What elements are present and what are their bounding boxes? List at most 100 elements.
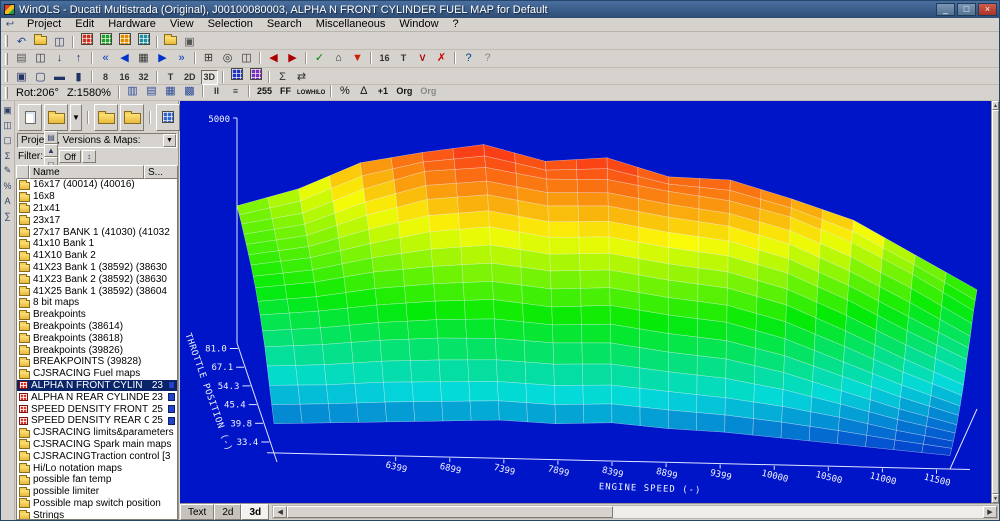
vertical-scroll-thumb[interactable] xyxy=(992,110,999,494)
tree-mode-combo[interactable]: Projects, Versions & Maps: ▼ xyxy=(17,133,177,148)
shade-view-icon[interactable]: ▩ xyxy=(181,84,198,99)
context-help-icon[interactable]: ? xyxy=(479,51,496,66)
close-button[interactable]: × xyxy=(978,3,997,16)
plus-one-icon[interactable]: +1 xyxy=(374,84,391,99)
bits-32-icon[interactable]: 32 xyxy=(135,70,152,85)
scroll-up-icon[interactable]: ▲ xyxy=(992,101,999,110)
tree-column-name-header[interactable]: Name xyxy=(29,165,144,179)
select-column-icon[interactable]: ▮ xyxy=(70,70,87,85)
select-table-icon[interactable]: ▣ xyxy=(13,70,30,85)
scroll-right-icon[interactable]: ▶ xyxy=(983,506,997,518)
narrow-columns-icon[interactable]: II xyxy=(208,84,225,99)
window-cascade-icon[interactable]: ▣ xyxy=(181,35,198,50)
tree-column-size-header[interactable]: S... xyxy=(144,165,178,179)
swap-axes-icon[interactable]: ⇄ xyxy=(293,70,310,85)
map-3d-view[interactable]: 500081.067.154.345.439.833.4639968997399… xyxy=(180,101,999,503)
menu-hardware[interactable]: Hardware xyxy=(101,18,163,31)
open-recent-icon[interactable]: ▼ xyxy=(70,104,82,131)
save-icon[interactable]: ◫ xyxy=(32,51,49,66)
tree-item[interactable]: Breakpoints (38614) xyxy=(17,321,177,333)
prev-diff-icon[interactable]: ◀ xyxy=(265,51,282,66)
tree-item[interactable]: SPEED DENSITY REAR CYL25 xyxy=(17,415,177,427)
tree-item[interactable]: Breakpoints xyxy=(17,309,177,321)
original-compare-icon[interactable]: Org xyxy=(417,84,439,99)
tab-text[interactable]: Text xyxy=(180,504,214,520)
tree-item[interactable]: 27x17 BANK 1 (41030) (41032 xyxy=(17,226,177,238)
map-green-icon[interactable] xyxy=(97,31,114,46)
tree-item[interactable]: ALPHA N REAR CYLINDER23 xyxy=(17,391,177,403)
filter-shape-icon[interactable]: ▲ xyxy=(44,144,58,157)
view-3d-icon[interactable]: 3D xyxy=(201,70,219,85)
save-all-icon[interactable]: ◫ xyxy=(51,35,68,50)
combo-dropdown-icon[interactable]: ▼ xyxy=(163,134,176,147)
map-teal-icon[interactable] xyxy=(135,31,152,46)
folder-maps-icon[interactable] xyxy=(162,31,179,46)
select-range-icon[interactable]: ▢ xyxy=(32,70,49,85)
view-2d-icon[interactable]: 2D xyxy=(181,70,199,85)
low-hilo-icon[interactable]: LOWHILO xyxy=(296,86,326,101)
maximize-view-icon[interactable]: ▢ xyxy=(2,134,14,147)
tab-3d[interactable]: 3d xyxy=(241,504,269,520)
open-project-icon[interactable] xyxy=(44,104,68,131)
horizontal-scrollbar[interactable]: ◀ ▶ xyxy=(272,505,998,519)
map-orange-icon[interactable] xyxy=(116,31,133,46)
filter-text-icon[interactable]: ▤ xyxy=(44,131,58,144)
next-map-icon[interactable]: ▶ xyxy=(154,51,171,66)
sum-icon[interactable]: ∑ xyxy=(2,209,14,222)
tree-item[interactable]: 41X23 Bank 1 (38592) (38630 xyxy=(17,262,177,274)
filter-off-button[interactable]: Off xyxy=(59,150,81,163)
next-diff-icon[interactable]: ▶ xyxy=(284,51,301,66)
map-purple-icon[interactable] xyxy=(247,67,264,82)
toolbar-grip[interactable] xyxy=(5,53,8,65)
title-bar[interactable]: WinOLS - Ducati Multistrada (Original), … xyxy=(1,1,999,18)
open-folder-icon[interactable] xyxy=(32,31,49,46)
import-icon[interactable]: ↓ xyxy=(51,51,68,66)
tree-item[interactable]: Breakpoints (38618) xyxy=(17,332,177,344)
menu-window[interactable]: Window xyxy=(392,18,445,31)
menu-help[interactable]: ? xyxy=(446,18,466,31)
minimize-button[interactable]: _ xyxy=(936,3,955,16)
map-blue-icon[interactable] xyxy=(228,67,245,82)
apply-check-icon[interactable]: ✓ xyxy=(311,51,328,66)
map-sheet-icon[interactable]: ▦ xyxy=(135,51,152,66)
tree-item[interactable]: 41X23 Bank 2 (38592) (38630 xyxy=(17,273,177,285)
last-map-icon[interactable]: » xyxy=(173,51,190,66)
tree-item[interactable]: 41X10 Bank 2 xyxy=(17,250,177,262)
original-icon[interactable]: Org xyxy=(393,84,415,99)
split-window-icon[interactable]: ◫ xyxy=(238,51,255,66)
filter-funnel-icon[interactable]: ▼ xyxy=(349,51,366,66)
tree-item[interactable]: Possible map switch position xyxy=(17,498,177,510)
tree-item[interactable]: CJSRACINGTraction control [3 xyxy=(17,450,177,462)
tree-item[interactable]: 16x8 xyxy=(17,191,177,203)
toolbar-grip[interactable] xyxy=(5,87,8,99)
bits-16-icon[interactable]: 16 xyxy=(116,70,133,85)
tree-item[interactable]: 23x17 xyxy=(17,214,177,226)
maximize-button[interactable]: □ xyxy=(957,3,976,16)
zoom-icon[interactable]: ◎ xyxy=(219,51,236,66)
surface-mesh[interactable] xyxy=(237,145,977,456)
print-icon[interactable]: ▤ xyxy=(13,51,30,66)
filter-sort-button[interactable]: ↕ xyxy=(82,150,96,163)
select-row-icon[interactable]: ▬ xyxy=(51,70,68,85)
menu-search[interactable]: Search xyxy=(260,18,309,31)
menu-selection[interactable]: Selection xyxy=(201,18,260,31)
menu-project[interactable]: Project xyxy=(20,18,68,31)
text-a-icon[interactable]: A xyxy=(2,194,14,207)
tree-item[interactable]: ALPHA N FRONT CYLIN23 xyxy=(17,380,177,392)
maps-list-icon[interactable] xyxy=(156,104,180,131)
scroll-down-icon[interactable]: ▼ xyxy=(992,494,999,503)
tree-item[interactable]: possible limiter xyxy=(17,486,177,498)
grid-view-icon[interactable]: ▦ xyxy=(162,84,179,99)
text-mode-icon[interactable]: T xyxy=(395,51,412,66)
column-view-icon[interactable]: ▤ xyxy=(143,84,160,99)
find-map-icon[interactable]: ⊞ xyxy=(200,51,217,66)
scroll-left-icon[interactable]: ◀ xyxy=(273,506,287,518)
toolbar-grip[interactable] xyxy=(5,70,8,82)
sigma-strip-icon[interactable]: Σ xyxy=(2,149,14,162)
delete-icon[interactable]: ✗ xyxy=(433,51,450,66)
new-project-icon[interactable] xyxy=(18,104,42,131)
view-text-icon[interactable]: T xyxy=(162,70,179,85)
tree-item[interactable]: CJSRACING limits&parameters xyxy=(17,427,177,439)
menu-edit[interactable]: Edit xyxy=(68,18,101,31)
tree-item[interactable]: BREAKPOINTS (39828) xyxy=(17,356,177,368)
